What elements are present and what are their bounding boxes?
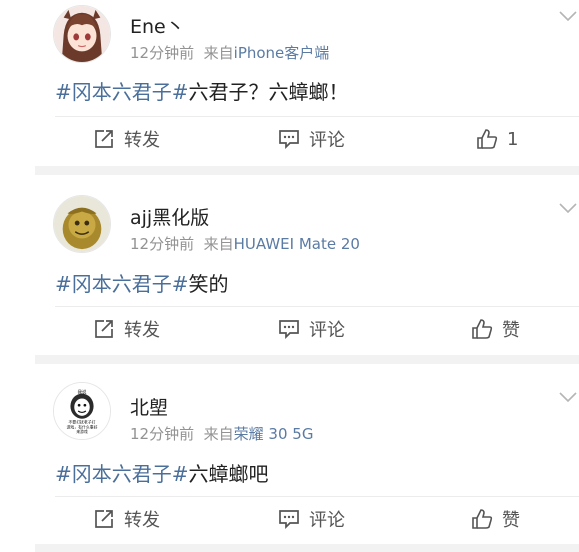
- chevron-down-icon[interactable]: [559, 391, 577, 403]
- like-button[interactable]: 赞: [471, 505, 520, 533]
- username[interactable]: Ene丶: [130, 12, 185, 39]
- repost-label: 转发: [124, 320, 160, 341]
- comment-label: 评论: [309, 320, 345, 341]
- meme-caption-3: 来游戏: [76, 429, 88, 434]
- topic-link[interactable]: #冈本六君子#: [55, 272, 189, 296]
- source-prefix: 来自: [203, 44, 234, 62]
- comment-icon: [279, 510, 299, 530]
- comment-icon: [279, 320, 299, 340]
- post-3: 我说 不要打扰老子打 游戏，有什么事好 来游戏 北塱 12分钟前 来自荣耀 30…: [35, 364, 579, 552]
- timestamp: 12分钟前: [130, 235, 195, 253]
- post-meta: 12分钟前 来自iPhone客户端: [130, 42, 329, 63]
- source-link[interactable]: iPhone客户端: [234, 44, 330, 62]
- repost-icon: [95, 320, 113, 338]
- repost-label: 转发: [124, 510, 160, 531]
- like-count: 1: [507, 128, 519, 150]
- comment-icon: [279, 130, 299, 150]
- repost-icon: [95, 130, 113, 148]
- post-meta: 12分钟前 来自荣耀 30 5G: [130, 423, 313, 444]
- like-button[interactable]: 赞: [471, 315, 520, 343]
- like-icon: [472, 319, 493, 339]
- topic-link[interactable]: #冈本六君子#: [55, 462, 189, 486]
- topic-link[interactable]: #冈本六君子#: [55, 80, 189, 104]
- post-separator: [35, 166, 579, 175]
- comment-button[interactable]: 评论: [278, 505, 345, 533]
- like-label: 赞: [502, 320, 520, 341]
- timestamp: 12分钟前: [130, 44, 195, 62]
- username[interactable]: 北塱: [130, 393, 168, 420]
- post-separator: [35, 355, 579, 364]
- post-text: #冈本六君子#六君子？六蟑螂！: [55, 76, 349, 105]
- comment-button[interactable]: 评论: [278, 125, 345, 153]
- comment-label: 评论: [309, 510, 345, 531]
- post-separator: [35, 544, 579, 552]
- divider: [55, 496, 579, 497]
- meme-caption-top: 我说: [78, 389, 87, 396]
- like-button[interactable]: 1: [476, 125, 518, 153]
- source-link[interactable]: HUAWEI Mate 20: [234, 235, 360, 253]
- post-2: ajj黑化版 12分钟前 来自HUAWEI Mate 20 #冈本六君子#笑的 …: [35, 175, 579, 355]
- source-prefix: 来自: [203, 235, 234, 253]
- post-text-body: 六君子？六蟑螂！: [188, 80, 349, 104]
- divider: [55, 116, 579, 117]
- source-link[interactable]: 荣耀 30 5G: [234, 425, 314, 443]
- like-icon: [472, 509, 493, 529]
- chevron-down-icon[interactable]: [559, 10, 577, 22]
- post-1: Ene丶 12分钟前 来自iPhone客户端 #冈本六君子#六君子？六蟑螂！ 转…: [35, 0, 579, 166]
- post-meta: 12分钟前 来自HUAWEI Mate 20: [130, 233, 360, 254]
- chevron-down-icon[interactable]: [559, 202, 577, 214]
- divider: [55, 306, 579, 307]
- repost-button[interactable]: 转发: [93, 505, 160, 533]
- like-icon: [477, 129, 498, 149]
- timestamp: 12分钟前: [130, 425, 195, 443]
- post-text: #冈本六君子#六蟑螂吧: [55, 458, 269, 487]
- like-label: 赞: [502, 510, 520, 531]
- repost-label: 转发: [124, 130, 160, 151]
- comment-button[interactable]: 评论: [278, 315, 345, 343]
- username[interactable]: ajj黑化版: [130, 203, 209, 230]
- avatar-meme[interactable]: 我说 不要打扰老子打 游戏，有什么事好 来游戏: [53, 382, 111, 440]
- post-text-body: 笑的: [188, 272, 229, 296]
- post-text-body: 六蟑螂吧: [188, 462, 269, 486]
- repost-button[interactable]: 转发: [93, 315, 160, 343]
- repost-button[interactable]: 转发: [93, 125, 160, 153]
- avatar-anime[interactable]: [53, 5, 111, 63]
- repost-icon: [95, 510, 113, 528]
- avatar-golden-figure[interactable]: [53, 195, 111, 253]
- comment-label: 评论: [309, 130, 345, 151]
- source-prefix: 来自: [203, 425, 234, 443]
- post-text: #冈本六君子#笑的: [55, 268, 229, 297]
